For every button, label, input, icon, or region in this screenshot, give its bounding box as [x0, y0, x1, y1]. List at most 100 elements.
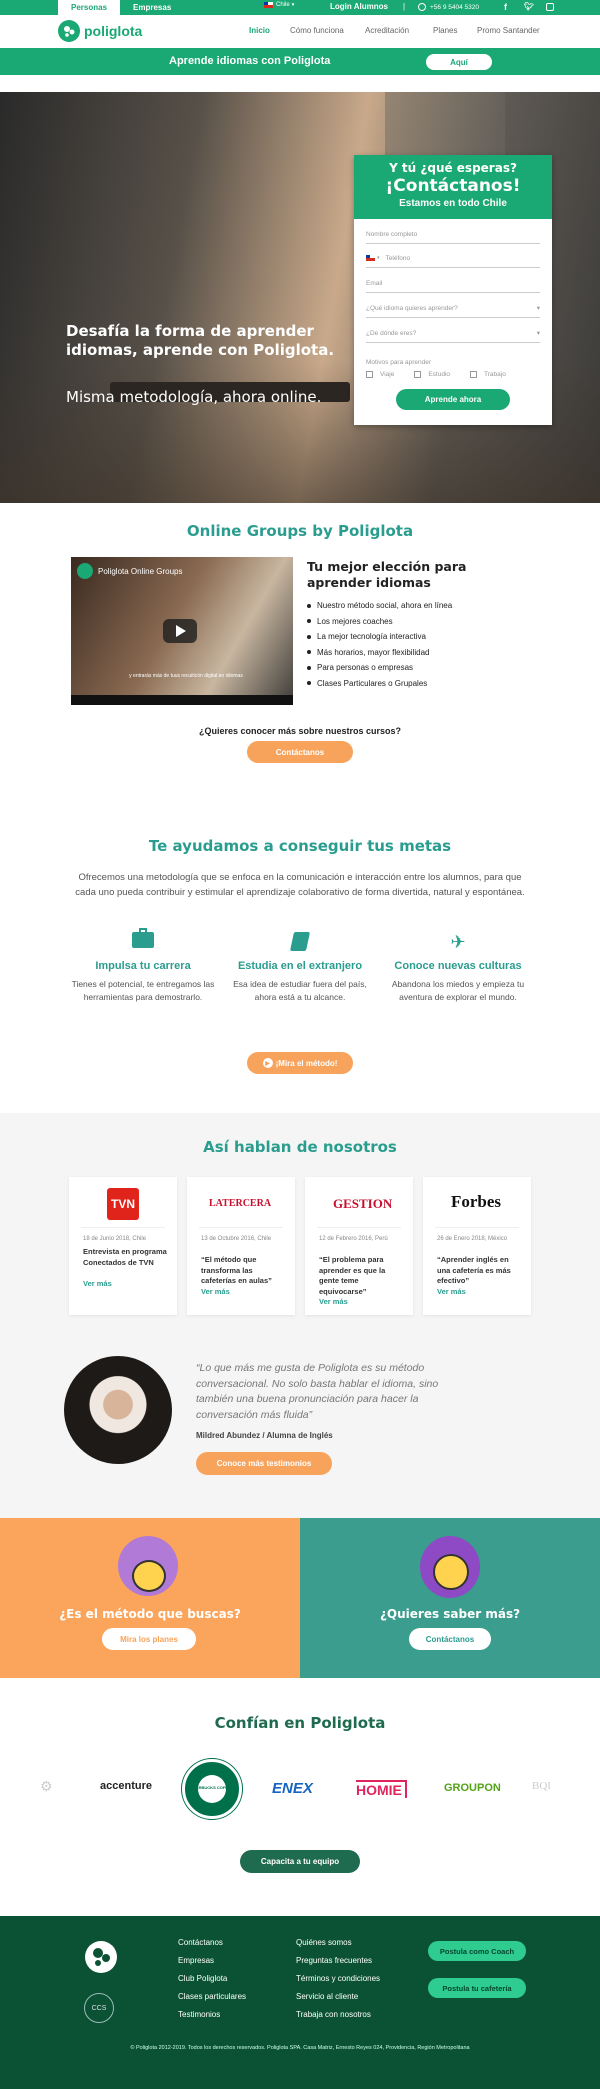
- card-meta: 26 de Enero 2018, México: [437, 1236, 508, 1242]
- checkbox-viaje[interactable]: [366, 371, 373, 378]
- tab-empresas[interactable]: Empresas: [120, 0, 184, 15]
- checkbox-trabajo[interactable]: [470, 371, 478, 378]
- card-more-link[interactable]: Ver más: [201, 1287, 230, 1296]
- phone-link[interactable]: +56 9 5404 5320: [418, 3, 479, 11]
- goal-culture: ✈ Conoce nuevas culturas Abandona los mi…: [383, 932, 533, 1004]
- footer-link[interactable]: Club Poliglota: [178, 1974, 246, 1992]
- card-more-link[interactable]: Ver más: [437, 1287, 466, 1296]
- card-meta: 13 de Octubre 2016, Chile: [201, 1236, 272, 1242]
- chile-flag-icon: [264, 2, 273, 8]
- email-field[interactable]: Email: [366, 274, 540, 293]
- list-item: Nuestro método social, ahora en línea: [307, 598, 452, 614]
- homie-logo: HOMIE: [356, 1780, 407, 1798]
- submit-button[interactable]: Aprende ahora: [396, 389, 510, 410]
- card-more-link[interactable]: Ver más: [83, 1279, 112, 1288]
- method-button[interactable]: ▶ ¡Mira el método!: [247, 1052, 353, 1074]
- contact-button[interactable]: Contáctanos: [247, 741, 353, 763]
- goal-abroad-text: Esa idea de estudiar fuera del país, aho…: [233, 979, 367, 1002]
- country-selector[interactable]: Chile ▾: [264, 2, 294, 8]
- main-nav: poliglota Inicio Cómo funciona Acreditac…: [0, 15, 600, 48]
- cta-left-title: ¿Es el método que buscas?: [59, 1607, 241, 1621]
- video-header: Poliglota Online Groups: [77, 563, 183, 579]
- twitter-icon[interactable]: 🐦︎: [524, 2, 534, 11]
- footer-link[interactable]: Testimonios: [178, 2010, 246, 2028]
- footer-link[interactable]: Servicio al cliente: [296, 1992, 380, 2010]
- trust-title: Confían en Poliglota: [214, 1714, 386, 1732]
- press-card[interactable]: LATERCERA 13 de Octubre 2016, Chile “El …: [187, 1177, 295, 1315]
- enex-logo: ENEX: [272, 1780, 313, 1797]
- facebook-icon[interactable]: f: [504, 2, 507, 12]
- footer-link[interactable]: Quiénes somos: [296, 1938, 380, 1956]
- goal-career-text: Tienes el potencial, te entregamos las h…: [71, 979, 215, 1002]
- name-field[interactable]: Nombre completo: [366, 225, 540, 244]
- form-eyebrow: Y tú ¿qué esperas?: [389, 161, 517, 175]
- tab-empresas-label: Empresas: [133, 3, 172, 12]
- courses-question: ¿Quieres conocer más sobre nuestros curs…: [198, 726, 402, 736]
- brand-name: poliglota: [84, 23, 143, 39]
- video-caption: y entrarás más de tuus recuiticón digita…: [129, 673, 243, 679]
- country-label: Chile: [276, 2, 290, 8]
- play-icon[interactable]: [163, 619, 197, 643]
- testimonials-button[interactable]: Conoce más testimonios: [196, 1452, 332, 1475]
- list-item: Para personas o empresas: [307, 660, 452, 676]
- starbucks-logo-text: STARBUCKS COFFEE: [190, 1785, 234, 1790]
- language-select[interactable]: ¿Qué idioma quieres aprender? ▾: [366, 299, 540, 318]
- plane-icon: ✈: [450, 932, 466, 952]
- phone-number: +56 9 5404 5320: [430, 3, 479, 11]
- coach-apply-button[interactable]: Postula como Coach: [428, 1941, 526, 1961]
- goal-career: Impulsa tu carrera Tienes el potencial, …: [70, 928, 216, 1004]
- nav-como-funciona[interactable]: Cómo funciona: [290, 26, 344, 35]
- card-title: “El método que transforma las cafeterías…: [201, 1255, 272, 1285]
- option-viaje: Viaje: [380, 371, 395, 378]
- list-item: La mejor tecnología interactiva: [307, 629, 452, 645]
- goal-culture-title: Conoce nuevas culturas: [394, 960, 522, 972]
- cafe-apply-button[interactable]: Postula tu cafetería: [428, 1978, 526, 1998]
- footer-link[interactable]: Empresas: [178, 1956, 246, 1974]
- card-title: “Aprender inglés en una cafetería es más…: [437, 1255, 511, 1285]
- list-item: Los mejores coaches: [307, 614, 452, 630]
- form-subtitle: Estamos en todo Chile: [399, 198, 507, 209]
- footer-link[interactable]: Términos y condiciones: [296, 1974, 380, 1992]
- nav-acreditacion[interactable]: Acreditación: [365, 26, 409, 35]
- chile-flag-icon: [366, 255, 375, 261]
- footer-link[interactable]: Trabaja con nosotros: [296, 2010, 380, 2028]
- briefcase-icon: [132, 928, 154, 948]
- nav-inicio[interactable]: Inicio: [249, 26, 270, 35]
- goal-career-title: Impulsa tu carrera: [95, 960, 191, 972]
- starbucks-logo: STARBUCKS COFFEE: [182, 1759, 242, 1819]
- train-team-button[interactable]: Capacita a tu equipo: [240, 1850, 360, 1873]
- play-circle-icon: ▶: [262, 1058, 273, 1068]
- video-player[interactable]: Poliglota Online Groups y entrarás más d…: [71, 557, 293, 705]
- origin-select[interactable]: ¿De dónde eres? ▾: [366, 324, 540, 343]
- login-link[interactable]: Login Alumnos: [330, 2, 388, 11]
- banner-button[interactable]: Aquí: [426, 54, 492, 70]
- tab-personas[interactable]: Personas: [58, 0, 121, 15]
- form-title: ¡Contáctanos!: [385, 176, 521, 196]
- footer-link[interactable]: Clases particulares: [178, 1992, 246, 2010]
- list-item: Clases Particulares o Grupales: [307, 676, 452, 692]
- press-card[interactable]: GESTION 12 de Febrero 2016, Perú “El pro…: [305, 1177, 413, 1315]
- plans-button[interactable]: Mira los planes: [102, 1628, 196, 1650]
- footer-link[interactable]: Preguntas frecuentes: [296, 1956, 380, 1974]
- logo[interactable]: poliglota: [58, 20, 142, 42]
- press-title: Así hablan de nosotros: [203, 1138, 397, 1156]
- phone-field[interactable]: ▾ Teléfono: [366, 249, 540, 268]
- cta-contact-button[interactable]: Contáctanos: [409, 1628, 491, 1650]
- benefits-list: Nuestro método social, ahora en línea Lo…: [307, 598, 452, 691]
- footer-col-2: Quiénes somos Preguntas frecuentes Térmi…: [296, 1938, 380, 2028]
- partner-logo-faded: BQI: [532, 1780, 551, 1792]
- accenture-logo: accenture: [100, 1780, 152, 1792]
- nav-promo-santander[interactable]: Promo Santander: [477, 26, 540, 35]
- video-controls: [71, 695, 293, 705]
- checkbox-estudio[interactable]: [414, 371, 422, 378]
- instagram-icon[interactable]: [546, 3, 554, 11]
- latercera-logo: LATERCERA: [209, 1198, 272, 1209]
- video-title: Poliglota Online Groups: [98, 566, 183, 576]
- card-more-link[interactable]: Ver más: [319, 1297, 348, 1306]
- press-card[interactable]: TVN 18 de Junio 2018, Chile Entrevista e…: [69, 1177, 177, 1315]
- nav-planes[interactable]: Planes: [433, 26, 457, 35]
- footer-link[interactable]: Contáctanos: [178, 1938, 246, 1956]
- motivation-options: Viaje Estudio Trabajo: [366, 371, 506, 378]
- card-divider: [199, 1227, 283, 1228]
- press-card[interactable]: Forbes 26 de Enero 2018, México “Aprende…: [423, 1177, 531, 1315]
